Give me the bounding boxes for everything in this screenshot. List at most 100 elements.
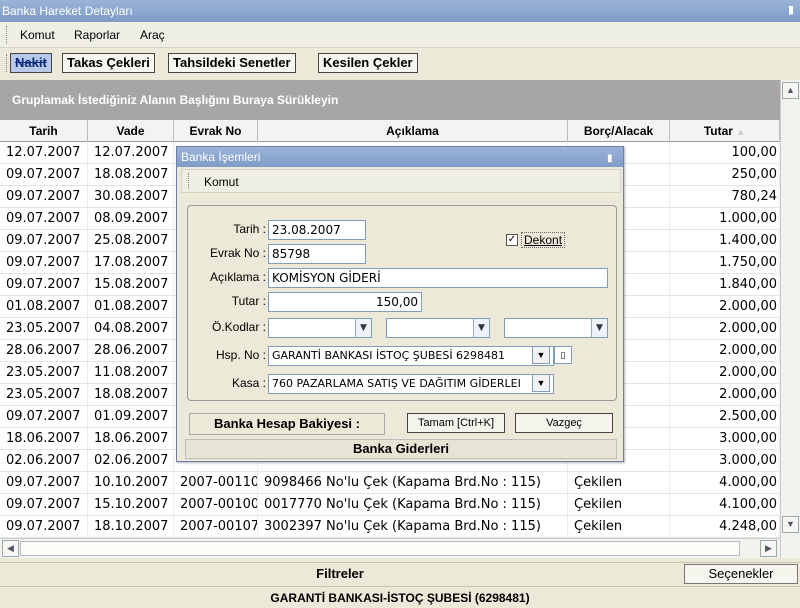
cell-tarih: 09.07.2007: [0, 274, 88, 296]
column-header-aciklama[interactable]: Açıklama: [258, 120, 568, 142]
kasa-dropdown-icon[interactable]: ▼: [532, 374, 550, 392]
dialog-titlebar: Banka İşemleri ▮: [177, 147, 623, 167]
window-title: Banka Hareket Detayları: [2, 4, 133, 18]
cell-tutar: 100,00: [670, 142, 780, 164]
table-row[interactable]: 09.07.2007 18.10.2007 2007-00107 3002397 No…: [0, 516, 780, 538]
ozel-kod-2-select[interactable]: ▼: [386, 318, 490, 338]
menu-arac[interactable]: Araç: [140, 28, 165, 42]
cell-tarih: 02.06.2007: [0, 450, 88, 472]
document-icon[interactable]: ▯: [554, 346, 572, 364]
cell-tarih: 12.07.2007: [0, 142, 88, 164]
cell-vade: 12.07.2007: [88, 142, 174, 164]
tab-takas-cekleri[interactable]: Takas Çekleri: [62, 53, 155, 73]
filters-button[interactable]: Filtreler: [0, 563, 680, 585]
toolbar-grip[interactable]: [6, 26, 9, 44]
window-control-icon[interactable]: ▮: [784, 3, 798, 18]
cell-tutar: 2.000,00: [670, 296, 780, 318]
column-header-tutar[interactable]: Tutar ▲: [670, 120, 780, 142]
cell-borc-alacak: Çekilen: [568, 494, 670, 516]
scroll-up-icon[interactable]: ▲: [782, 82, 799, 99]
hsp-dropdown-icon[interactable]: ▼: [532, 346, 550, 364]
cell-tarih: 09.07.2007: [0, 516, 88, 538]
column-header-vade[interactable]: Vade: [88, 120, 174, 142]
bank-expenses-label: Banka Giderleri: [185, 439, 617, 459]
ozel-kodlar-label: Ö.Kodlar :: [211, 320, 266, 334]
ok-button[interactable]: Tamam [Ctrl+K]: [407, 413, 505, 433]
tarih-field[interactable]: 23.08.2007: [268, 220, 366, 240]
cell-vade: 18.08.2007: [88, 164, 174, 186]
horizontal-scrollbar[interactable]: ◀ ▶: [0, 538, 780, 558]
chevron-down-icon[interactable]: ▼: [473, 319, 489, 337]
cell-vade: 18.06.2007: [88, 428, 174, 450]
cell-tutar: 250,00: [670, 164, 780, 186]
cell-vade: 28.06.2007: [88, 340, 174, 362]
tab-nakit[interactable]: Nakit: [10, 53, 52, 73]
cell-tutar: 3.000,00: [670, 428, 780, 450]
cell-vade: 11.08.2007: [88, 362, 174, 384]
cell-tutar: 4.248,00: [670, 516, 780, 538]
cell-vade: 15.08.2007: [88, 274, 174, 296]
options-button[interactable]: Seçenekler: [684, 564, 798, 584]
tutar-label: Tutar :: [231, 294, 266, 308]
sort-ascending-icon: ▲: [736, 127, 746, 137]
column-header-evrak-no[interactable]: Evrak No: [174, 120, 258, 142]
cell-tutar: 2.000,00: [670, 384, 780, 406]
filter-bar: Filtreler Seçenekler: [0, 562, 800, 584]
hsp-no-select[interactable]: GARANTİ BANKASI İSTOÇ ŞUBESİ 6298481: [268, 346, 554, 366]
dekont-label[interactable]: Dekont: [521, 232, 566, 248]
dialog-control-icon[interactable]: ▮: [607, 149, 617, 164]
cell-tarih: 18.06.2007: [0, 428, 88, 450]
table-row[interactable]: 09.07.2007 15.10.2007 2007-00100 0017770 No…: [0, 494, 780, 516]
bank-operations-dialog: Banka İşemleri ▮ Komut Tarih : 23.08.200…: [176, 146, 624, 462]
cell-tarih: 09.07.2007: [0, 164, 88, 186]
cell-vade: 10.10.2007: [88, 472, 174, 494]
tutar-field[interactable]: 150,00: [268, 292, 422, 312]
kasa-value: 760 PAZARLAMA SATIŞ VE DAĞITIM GİDERLEI: [272, 377, 521, 390]
cell-tarih: 09.07.2007: [0, 186, 88, 208]
cell-tarih: 09.07.2007: [0, 472, 88, 494]
vertical-scrollbar[interactable]: ▲ ▼: [780, 80, 800, 558]
tab-tahsildeki-senetler[interactable]: Tahsildeki Senetler: [168, 53, 296, 73]
tab-kesilen-cekler[interactable]: Kesilen Çekler: [318, 53, 418, 73]
menu-komut[interactable]: Komut: [20, 28, 55, 42]
scroll-down-icon[interactable]: ▼: [782, 516, 799, 533]
hsp-no-value: GARANTİ BANKASI İSTOÇ ŞUBESİ 6298481: [272, 349, 506, 362]
chevron-down-icon[interactable]: ▼: [591, 319, 607, 337]
cell-aciklama: 9098466 No'lu Çek (Kapama Brd.No : 115): [258, 472, 568, 494]
cell-aciklama: 3002397 No'lu Çek (Kapama Brd.No : 115): [258, 516, 568, 538]
dekont-checkbox[interactable]: ✓: [506, 234, 518, 246]
cancel-button[interactable]: Vazgeç: [515, 413, 613, 433]
evrak-no-field[interactable]: 85798: [268, 244, 366, 264]
menu-raporlar[interactable]: Raporlar: [74, 28, 120, 42]
cell-vade: 17.08.2007: [88, 252, 174, 274]
aciklama-field[interactable]: KOMİSYON GİDERİ: [268, 268, 608, 288]
cell-vade: 25.08.2007: [88, 230, 174, 252]
kasa-select[interactable]: 760 PAZARLAMA SATIŞ VE DAĞITIM GİDERLEI: [268, 374, 554, 394]
dialog-menu-bar: Komut: [181, 169, 621, 193]
column-header-borc-alacak[interactable]: Borç/Alacak: [568, 120, 670, 142]
dialog-menu-komut[interactable]: Komut: [204, 175, 239, 189]
scroll-left-icon[interactable]: ◀: [2, 540, 19, 557]
scroll-right-icon[interactable]: ▶: [760, 540, 777, 557]
aciklama-label: Açıklama :: [209, 270, 266, 284]
cell-tutar: 1.750,00: [670, 252, 780, 274]
column-header-tarih[interactable]: Tarih: [0, 120, 88, 142]
menu-bar: Komut Raporlar Araç: [0, 22, 800, 48]
cell-borc-alacak: Çekilen: [568, 472, 670, 494]
cell-vade: 01.09.2007: [88, 406, 174, 428]
cell-tarih: 09.07.2007: [0, 406, 88, 428]
column-header-tutar-label: Tutar: [703, 124, 733, 138]
cell-evrak-no: 2007-00110: [174, 472, 258, 494]
ozel-kod-1-select[interactable]: ▼: [268, 318, 372, 338]
scroll-thumb[interactable]: [20, 541, 740, 556]
toolbar-grip[interactable]: [6, 54, 9, 72]
window-titlebar: Banka Hareket Detayları ▮: [0, 0, 800, 22]
group-by-area[interactable]: Gruplamak İstediğiniz Alanın Başlığını B…: [0, 80, 780, 120]
toolbar-grip[interactable]: [188, 173, 191, 189]
cell-tarih: 23.05.2007: [0, 318, 88, 340]
cell-vade: 04.08.2007: [88, 318, 174, 340]
table-row[interactable]: 09.07.2007 10.10.2007 2007-00110 9098466 No…: [0, 472, 780, 494]
chevron-down-icon[interactable]: ▼: [355, 319, 371, 337]
form-panel: Tarih : 23.08.2007 ✓ Dekont Evrak No : 8…: [187, 205, 617, 401]
ozel-kod-3-select[interactable]: ▼: [504, 318, 608, 338]
